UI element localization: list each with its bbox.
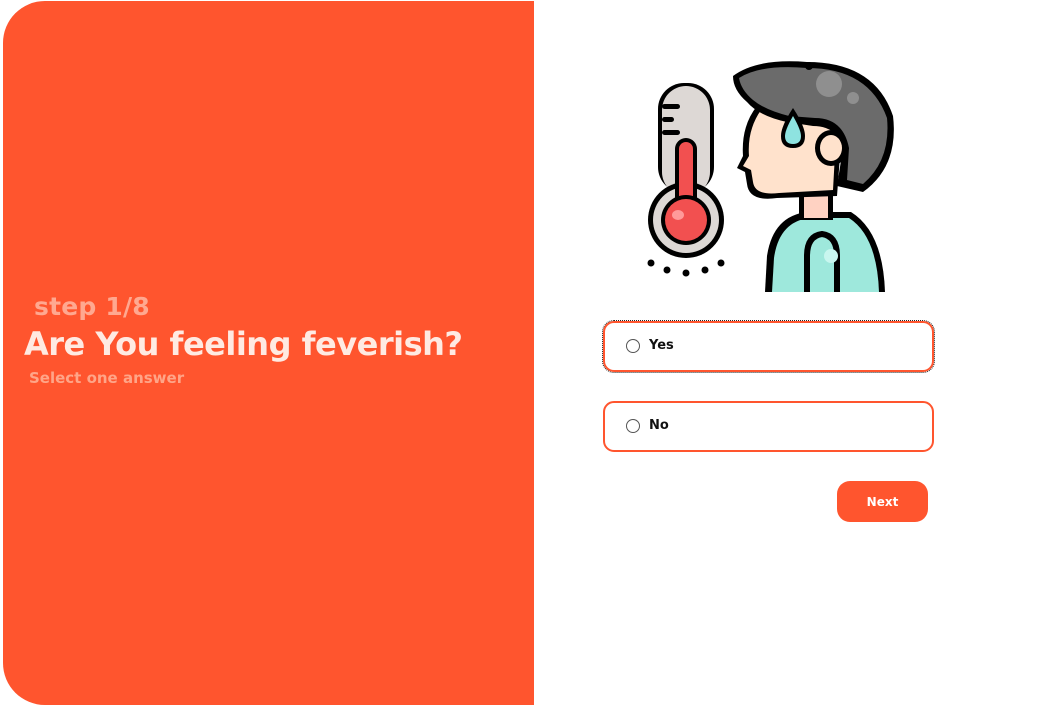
- fever-thermometer-person-icon: [647, 61, 894, 292]
- option-yes-label: Yes: [649, 338, 674, 353]
- option-no[interactable]: No: [603, 401, 934, 452]
- thermometer-icon: [647, 83, 725, 277]
- option-no-label: No: [649, 418, 669, 433]
- option-yes[interactable]: Yes: [602, 320, 935, 373]
- step-indicator: step 1/8: [34, 292, 150, 321]
- question-subtitle: Select one answer: [29, 369, 185, 387]
- radio-yes[interactable]: [626, 339, 640, 353]
- survey-page: step 1/8 Are You feeling feverish? Selec…: [0, 0, 1044, 705]
- person-icon: [733, 61, 894, 292]
- radio-no[interactable]: [626, 419, 640, 433]
- question-title: Are You feeling feverish?: [24, 325, 463, 363]
- next-button[interactable]: Next: [837, 481, 928, 522]
- question-panel: step 1/8 Are You feeling feverish? Selec…: [3, 1, 534, 705]
